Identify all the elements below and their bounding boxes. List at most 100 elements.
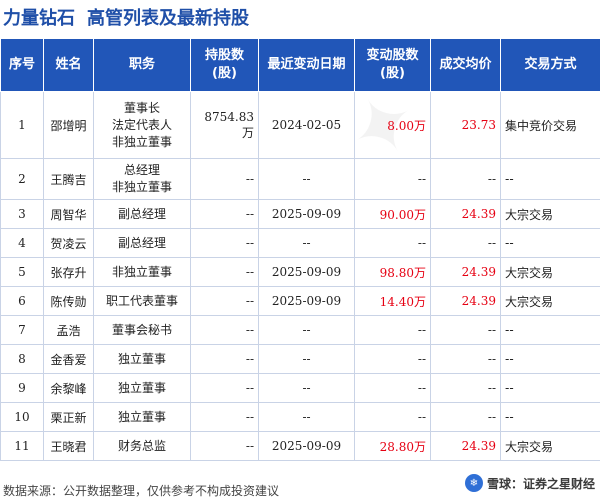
row-shares: --	[190, 315, 259, 345]
row-number: 7	[0, 315, 44, 345]
row-name: 余黎峰	[43, 373, 94, 403]
row-change: --	[354, 158, 431, 200]
row-number: 8	[0, 344, 44, 374]
column-header-shares: 持股数 (股)	[190, 38, 259, 92]
stock-name: 力量钻石	[3, 8, 75, 29]
row-date: --	[258, 228, 355, 258]
row-price: 24.39	[430, 199, 501, 229]
table-row: 5 张存升 非独立董事 -- 2025-09-09 98.80万 24.39 大宗交易	[0, 257, 600, 287]
row-method: --	[500, 228, 600, 258]
row-shares: --	[190, 344, 259, 374]
row-position: 董事长 法定代表人 非独立董事	[93, 91, 191, 159]
row-change: --	[354, 373, 431, 403]
table-row: 9 余黎峰 独立董事 -- -- -- -- --	[0, 373, 600, 403]
row-method: 大宗交易	[500, 431, 600, 461]
row-shares: --	[190, 373, 259, 403]
row-number: 4	[0, 228, 44, 258]
row-change: 28.80万	[354, 431, 431, 461]
row-position: 职工代表董事	[93, 286, 191, 316]
row-date: 2025-09-09	[258, 199, 355, 229]
table-row: 10 栗正新 独立董事 -- -- -- -- --	[0, 402, 600, 432]
row-price: --	[430, 373, 501, 403]
row-date: 2025-09-09	[258, 431, 355, 461]
row-position: 独立董事	[93, 344, 191, 374]
row-name: 栗正新	[43, 402, 94, 432]
table-row: 3 周智华 副总经理 -- 2025-09-09 90.00万 24.39 大宗交易	[0, 199, 600, 229]
table-header-row: 序号 姓名 职务 持股数 (股) 最近变动日期 变动股数 (股) 成交均价 交易方式	[0, 38, 600, 92]
row-number: 9	[0, 373, 44, 403]
column-header-position: 职务	[93, 38, 191, 92]
row-price: --	[430, 344, 501, 374]
row-position: 副总经理	[93, 199, 191, 229]
row-date: --	[258, 344, 355, 374]
row-method: --	[500, 402, 600, 432]
row-name: 王晓君	[43, 431, 94, 461]
row-method: --	[500, 315, 600, 345]
executive-table: 序号 姓名 职务 持股数 (股) 最近变动日期 变动股数 (股) 成交均价 交易方式 1 邵增明 董事…	[0, 38, 600, 461]
title-bar: 力量钻石 高管列表及最新持股	[0, 0, 600, 34]
brand-mark: ❄ 雪球：证券之星财经	[464, 474, 595, 492]
row-price: 24.39	[430, 257, 501, 287]
row-method: 大宗交易	[500, 199, 600, 229]
row-number: 6	[0, 286, 44, 316]
row-change: --	[354, 402, 431, 432]
row-name: 陈传勋	[43, 286, 94, 316]
row-position: 总经理 非独立董事	[93, 158, 191, 200]
row-shares: --	[190, 431, 259, 461]
row-method: --	[500, 344, 600, 374]
row-date: --	[258, 158, 355, 200]
row-change: --	[354, 315, 431, 345]
row-number: 1	[0, 91, 44, 159]
table-row: 6 陈传勋 职工代表董事 -- 2025-09-09 14.40万 24.39 大宗交易	[0, 286, 600, 316]
row-change: --	[354, 344, 431, 374]
row-position: 副总经理	[93, 228, 191, 258]
table-row: 8 金香爱 独立董事 -- -- -- -- --	[0, 344, 600, 374]
row-date: 2024-02-05	[258, 91, 355, 159]
column-header-change: 变动股数 (股)	[354, 38, 431, 92]
page-title: 高管列表及最新持股	[87, 8, 249, 29]
row-date: --	[258, 315, 355, 345]
row-price: --	[430, 158, 501, 200]
row-method: 大宗交易	[500, 286, 600, 316]
row-position: 独立董事	[93, 373, 191, 403]
column-header-method: 交易方式	[500, 38, 600, 92]
row-shares: --	[190, 158, 259, 200]
table-row: 11 王晓君 财务总监 -- 2025-09-09 28.80万 24.39 大宗交易	[0, 431, 600, 461]
row-change: 98.80万	[354, 257, 431, 287]
row-price: 24.39	[430, 431, 501, 461]
row-name: 孟浩	[43, 315, 94, 345]
table-row: 2 王腾吉 总经理 非独立董事 -- -- -- -- --	[0, 158, 600, 200]
row-date: 2025-09-09	[258, 257, 355, 287]
table-body: 1 邵增明 董事长 法定代表人 非独立董事 8754.83万 2024-02-05 8.00万…	[0, 91, 600, 461]
column-header-name: 姓名	[43, 38, 94, 92]
row-name: 周智华	[43, 199, 94, 229]
row-change: 14.40万	[354, 286, 431, 316]
table-row: 7 孟浩 董事会秘书 -- -- -- -- --	[0, 315, 600, 345]
row-change: 90.00万	[354, 199, 431, 229]
row-price: 24.39	[430, 286, 501, 316]
row-name: 张存升	[43, 257, 94, 287]
row-change: 8.00万	[354, 91, 431, 159]
row-shares: --	[190, 199, 259, 229]
row-name: 金香爱	[43, 344, 94, 374]
row-method: 集中竞价交易	[500, 91, 600, 159]
column-header-price: 成交均价	[430, 38, 501, 92]
row-method: --	[500, 158, 600, 200]
row-method: --	[500, 373, 600, 403]
brand-text: 雪球：证券之星财经	[486, 476, 595, 491]
row-shares: --	[190, 286, 259, 316]
row-position: 董事会秘书	[93, 315, 191, 345]
row-price: 23.73	[430, 91, 501, 159]
row-shares: --	[190, 402, 259, 432]
row-position: 独立董事	[93, 402, 191, 432]
row-position: 非独立董事	[93, 257, 191, 287]
row-date: 2025-09-09	[258, 286, 355, 316]
row-date: --	[258, 402, 355, 432]
table-row: 1 邵增明 董事长 法定代表人 非独立董事 8754.83万 2024-02-05 8.00万…	[0, 91, 600, 159]
table-row: 4 贺凌云 副总经理 -- -- -- -- --	[0, 228, 600, 258]
row-number: 11	[0, 431, 44, 461]
row-shares: --	[190, 257, 259, 287]
row-number: 5	[0, 257, 44, 287]
row-method: 大宗交易	[500, 257, 600, 287]
column-header-date: 最近变动日期	[258, 38, 355, 92]
